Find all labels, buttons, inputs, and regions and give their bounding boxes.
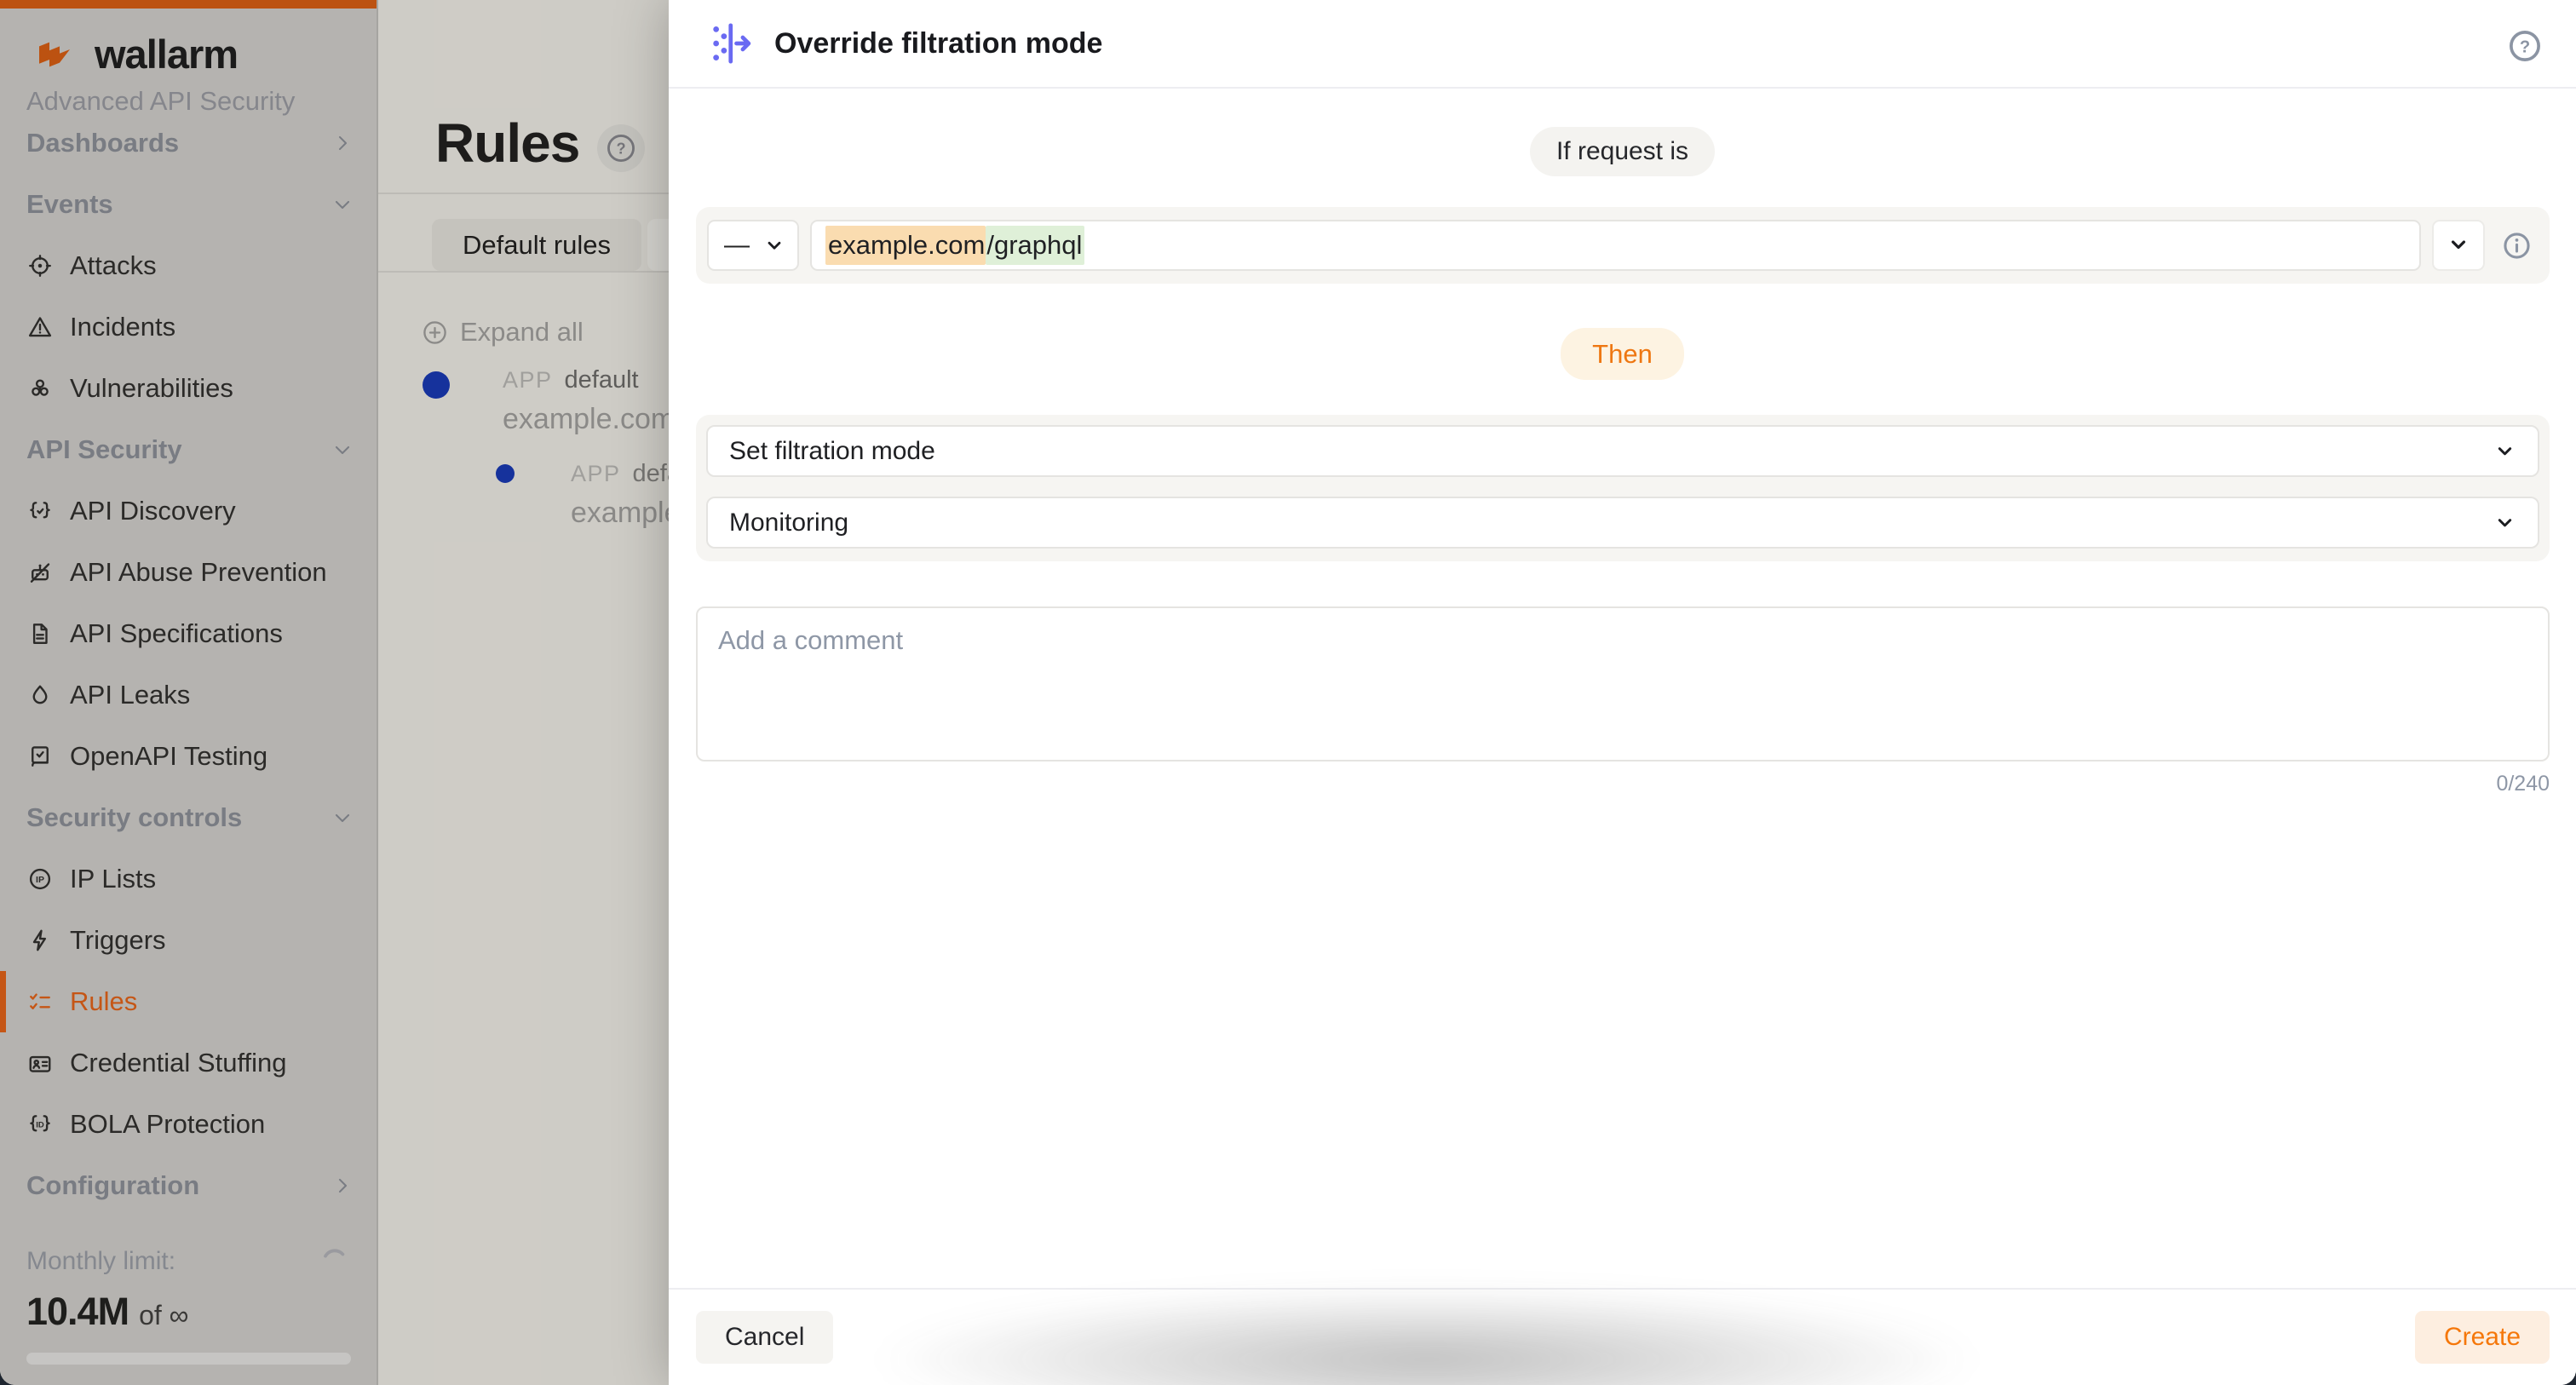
modal-body: If request is — example.com/graphql xyxy=(669,90,2576,1288)
filtration-mode-value: Monitoring xyxy=(729,509,848,537)
action-select[interactable]: Set filtration mode xyxy=(706,425,2539,477)
action-group: Set filtration mode Monitoring xyxy=(696,415,2550,561)
chevron-down-icon xyxy=(2447,233,2470,259)
filtration-mode-select[interactable]: Monitoring xyxy=(706,497,2539,549)
create-button[interactable]: Create xyxy=(2415,1311,2550,1364)
modal-title: Override filtration mode xyxy=(774,27,1102,60)
condition-operator-select[interactable]: — xyxy=(707,220,799,271)
modal-help-icon[interactable]: ? xyxy=(2506,27,2544,65)
condition-group: — example.com/graphql xyxy=(696,207,2550,284)
then-pill: Then xyxy=(1561,328,1684,380)
svg-text:?: ? xyxy=(2520,37,2530,56)
modal-header: Override filtration mode ? xyxy=(669,0,2576,89)
action-select-value: Set filtration mode xyxy=(729,437,935,466)
info-icon[interactable] xyxy=(2501,230,2533,261)
app-window: wallarm Advanced API Security Dashboards… xyxy=(0,0,2576,1385)
url-path-token: /graphql xyxy=(986,226,1084,265)
comment-textarea[interactable] xyxy=(696,606,2550,761)
override-mode-icon xyxy=(710,20,756,66)
override-filtration-modal: Override filtration mode ? If request is… xyxy=(669,0,2576,1385)
cancel-button[interactable]: Cancel xyxy=(696,1311,833,1364)
comment-counter: 0/240 xyxy=(669,772,2550,796)
chevron-down-icon xyxy=(2493,511,2516,534)
condition-operator-value: — xyxy=(724,231,750,260)
if-request-pill: If request is xyxy=(1530,127,1715,176)
url-host-token: example.com xyxy=(825,226,986,265)
condition-expand-button[interactable] xyxy=(2432,220,2485,271)
url-condition-input[interactable]: example.com/graphql xyxy=(810,220,2421,271)
modal-footer: Cancel Create xyxy=(669,1288,2576,1385)
chevron-down-icon xyxy=(763,234,785,256)
chevron-down-icon xyxy=(2493,440,2516,463)
